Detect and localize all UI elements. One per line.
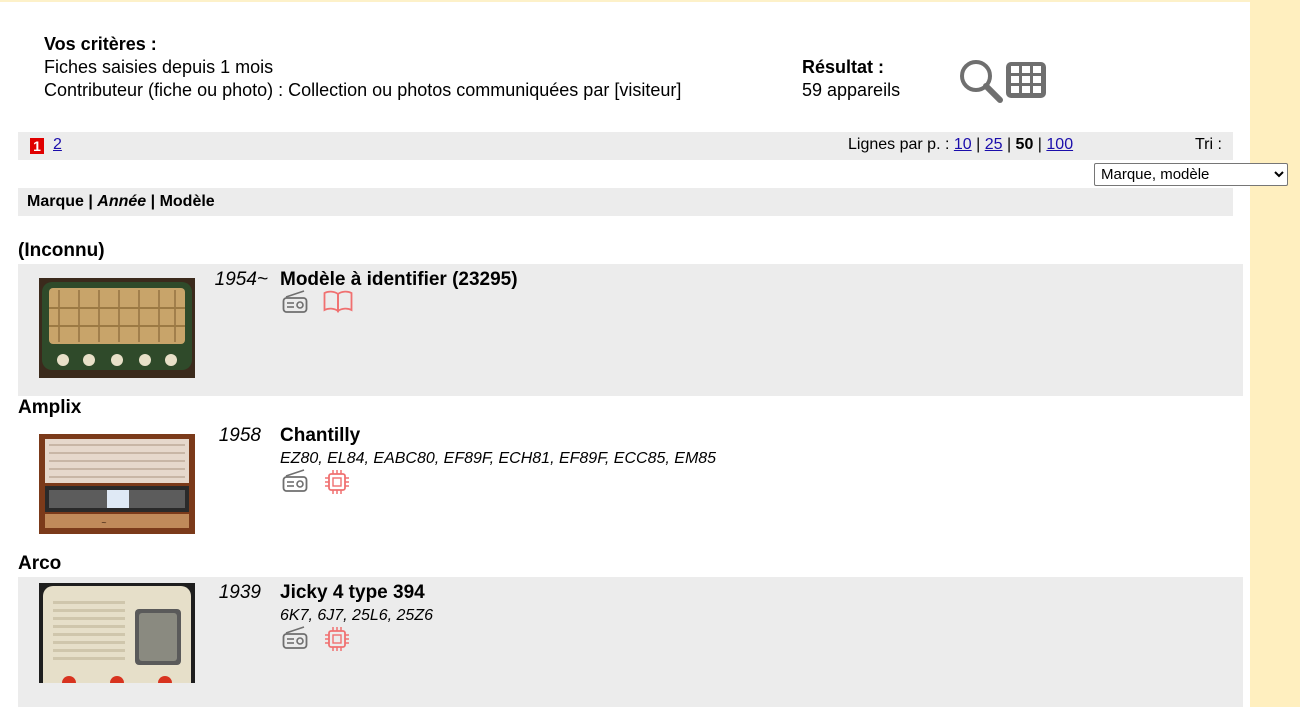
brand-heading[interactable]: Arco: [18, 553, 61, 575]
entry-year: 1958: [218, 425, 261, 446]
criteria-heading: Vos critères :: [44, 34, 157, 54]
result-block: Résultat : 59 appareils: [802, 56, 900, 102]
entry-model[interactable]: Modèle à identifier (23295): [280, 269, 518, 291]
criteria-line-date: Fiches saisies depuis 1 mois: [44, 57, 274, 77]
page-link-2[interactable]: 2: [53, 136, 62, 154]
chip-icon[interactable]: [324, 626, 350, 652]
radio-thumbnail[interactable]: [39, 278, 195, 378]
per-page-25[interactable]: 25: [985, 136, 1003, 153]
radio-icon[interactable]: [282, 469, 308, 493]
entry-model[interactable]: Chantilly: [280, 425, 360, 447]
top-border: [0, 0, 1250, 2]
entry-year: 1954~: [214, 269, 268, 290]
result-count: 59 appareils: [802, 80, 901, 100]
column-model[interactable]: Modèle: [160, 193, 215, 210]
per-page-label: Lignes par p. :: [848, 136, 950, 153]
column-brand[interactable]: Marque: [27, 193, 84, 210]
entry-year: 1939: [218, 582, 261, 603]
radio-thumbnail[interactable]: ~: [39, 434, 195, 534]
per-page-50-selected: 50: [1015, 136, 1034, 153]
column-separator: |: [146, 193, 160, 210]
entry-tubes: 6K7, 6J7, 25L6, 25Z6: [280, 607, 433, 624]
entry-tubes: EZ80, EL84, EABC80, EF89F, ECH81, EF89F,…: [280, 450, 717, 467]
radio-thumbnail[interactable]: [39, 583, 195, 683]
result-heading: Résultat :: [802, 57, 885, 77]
criteria-block: Vos critères : Fiches saisies depuis 1 m…: [44, 33, 681, 102]
chip-icon[interactable]: [324, 469, 350, 495]
column-year[interactable]: Année: [97, 193, 146, 210]
search-icon[interactable]: [958, 58, 1004, 104]
pagination-bar: 1 2 Lignes par p. : 10 | 25 | 50 | 100 T…: [18, 132, 1233, 160]
per-page-10[interactable]: 10: [954, 136, 972, 153]
list-item[interactable]: 1939 Jicky 4 type 394 6K7, 6J7, 25L6, 25…: [18, 577, 1243, 707]
sort-select[interactable]: Marque, modèle: [1094, 163, 1288, 186]
svg-text:~: ~: [101, 519, 107, 527]
list-item[interactable]: 1954~ Modèle à identifier (23295): [18, 264, 1243, 396]
sort-label: Tri :: [1195, 136, 1222, 153]
column-header: Marque | Année | Modèle: [18, 188, 1233, 216]
brand-heading[interactable]: Amplix: [18, 397, 81, 419]
entry-model[interactable]: Jicky 4 type 394: [280, 582, 425, 604]
radio-icon[interactable]: [282, 626, 308, 650]
criteria-line-contributor: Contributeur (fiche ou photo) : Collecti…: [44, 80, 682, 100]
radio-icon[interactable]: [282, 290, 308, 314]
book-icon[interactable]: [323, 290, 353, 314]
right-side-band: [1250, 0, 1300, 707]
current-page: 1: [30, 138, 44, 154]
per-page-selector: Lignes par p. : 10 | 25 | 50 | 100: [848, 136, 1074, 153]
grid-view-icon[interactable]: [1006, 62, 1046, 98]
brand-heading[interactable]: (Inconnu): [18, 240, 105, 262]
per-page-100[interactable]: 100: [1046, 136, 1073, 153]
column-separator: |: [83, 193, 98, 210]
list-item[interactable]: ~ 1958 Chantilly EZ80, EL84, EABC80, EF8…: [18, 421, 1243, 545]
